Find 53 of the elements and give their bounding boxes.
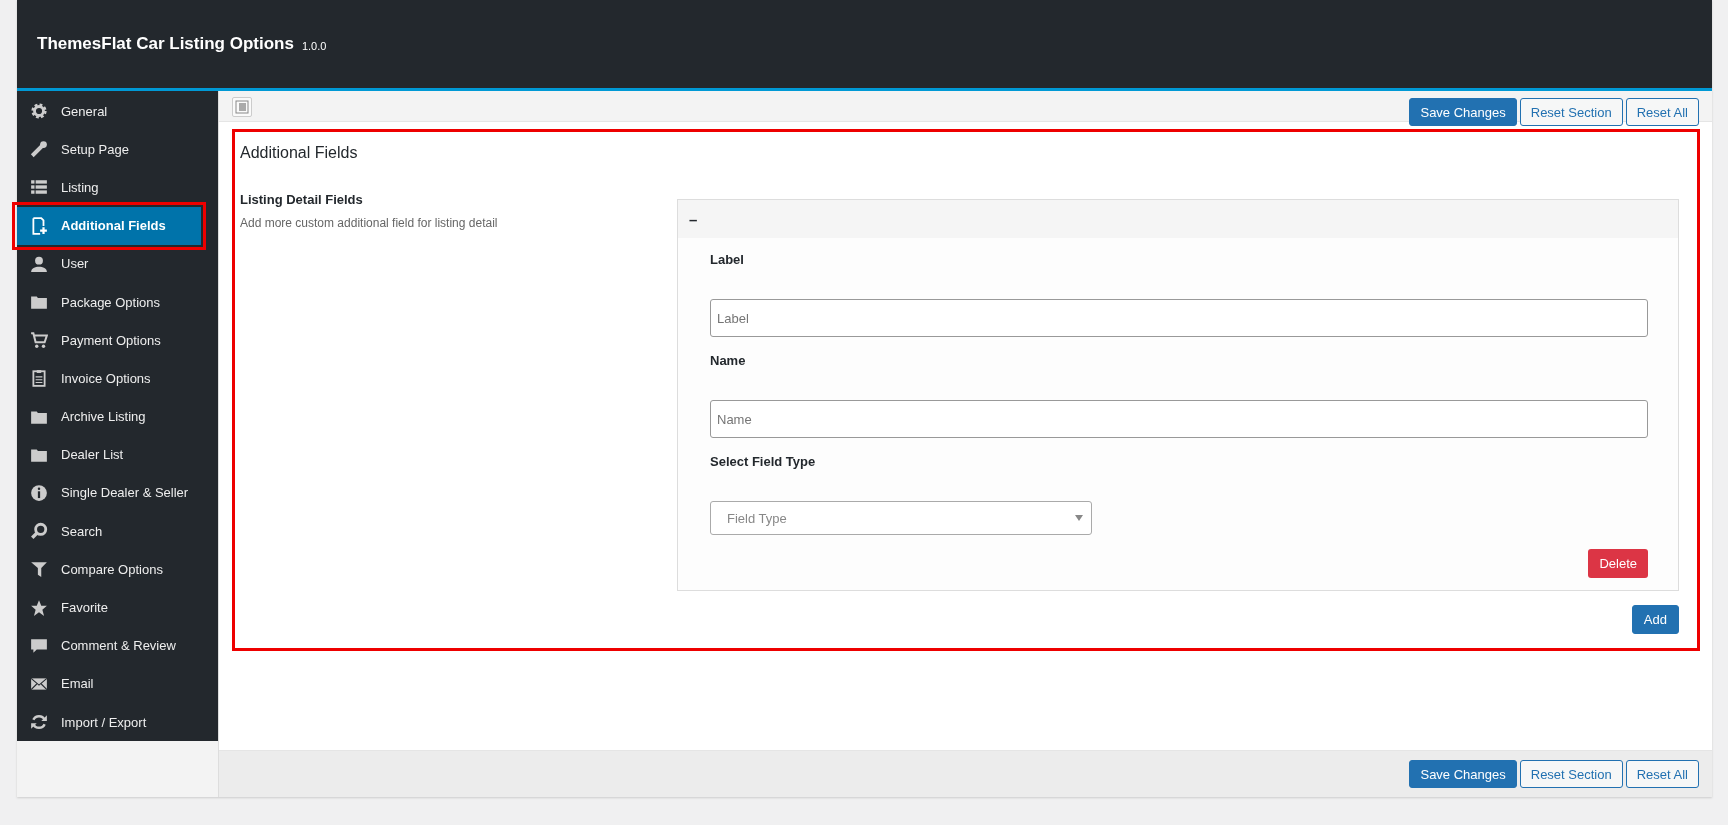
add-button[interactable]: Add (1631, 605, 1679, 634)
input-field[interactable]: Name (710, 400, 1648, 438)
repeater-header[interactable]: – (678, 200, 1678, 238)
sidebar-item[interactable]: Package Options (17, 282, 218, 322)
sidebar-item[interactable]: Setup Page (17, 130, 218, 169)
sidebar-item[interactable]: User (17, 244, 218, 283)
input-field[interactable]: Label (710, 299, 1648, 337)
sidebar-item[interactable]: Email (17, 664, 218, 703)
sidebar-item[interactable]: Single Dealer & Seller (17, 473, 218, 513)
clipboard-icon (30, 369, 48, 388)
version-label: 1.0.0 (301, 39, 327, 52)
save-button[interactable]: Save Changes (1409, 98, 1517, 126)
panel-toggle-icon[interactable] (232, 97, 252, 117)
gear-icon (30, 102, 48, 121)
reset-button[interactable]: Reset Section (1519, 760, 1623, 788)
select-field[interactable]: Field Type (710, 501, 1092, 535)
sidebar-item[interactable]: Compare Options (17, 550, 218, 589)
section-title: Additional Fields (240, 144, 359, 162)
reset-button[interactable]: Reset All (1625, 760, 1699, 788)
list-icon (30, 178, 48, 197)
folder-icon (30, 293, 48, 312)
field-label: Select Field Type (710, 454, 817, 469)
sidebar-item[interactable]: Archive Listing (17, 397, 218, 436)
sidebar-item[interactable]: Listing (17, 168, 218, 207)
sidebar-item[interactable]: Import / Export (17, 703, 218, 742)
reset-button[interactable]: Reset All (1625, 98, 1699, 126)
sidebar-item[interactable]: Invoice Options (17, 359, 218, 398)
field-description: Add more custom additional field for listing detail (240, 216, 499, 230)
collapse-toggle[interactable]: – (689, 210, 698, 228)
sidebar-item[interactable]: Favorite (17, 588, 218, 627)
sidebar-item[interactable]: Comment & Review (17, 626, 218, 665)
field-label: Name (710, 353, 747, 368)
filter-icon (30, 560, 48, 579)
caret-icon (1075, 515, 1083, 521)
star-icon (30, 598, 48, 617)
speech-bubble-icon (30, 636, 48, 655)
info-icon (30, 483, 48, 502)
sidebar-item[interactable]: General (17, 92, 218, 131)
user-icon (30, 254, 48, 273)
save-button[interactable]: Save Changes (1409, 760, 1517, 788)
field-title: Listing Detail Fields (240, 192, 364, 207)
field-label: Label (710, 252, 745, 267)
cart-icon (30, 331, 48, 350)
file-plus-icon (30, 216, 48, 235)
delete-button[interactable]: Delete (1588, 549, 1648, 578)
search-icon (30, 522, 48, 541)
refresh-icon (30, 713, 48, 732)
page-title: ThemesFlat Car Listing Options (37, 34, 294, 54)
sidebar-item[interactable]: Payment Options (17, 321, 218, 360)
sidebar-item[interactable]: Dealer List (17, 435, 218, 474)
wrench-icon (30, 140, 48, 159)
reset-button[interactable]: Reset Section (1519, 98, 1623, 126)
sidebar-item[interactable]: Search (17, 512, 218, 551)
